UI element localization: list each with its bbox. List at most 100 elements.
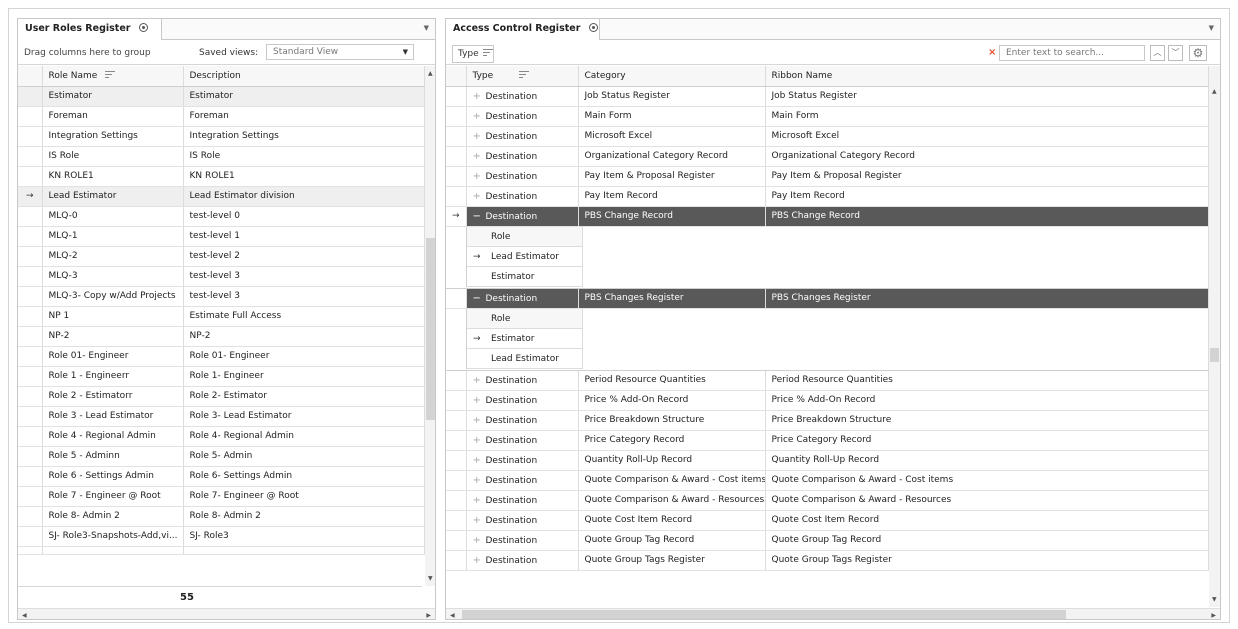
ribbon-name-cell[interactable]: Pay Item Record bbox=[765, 186, 1209, 207]
ribbon-name-cell[interactable]: Organizational Category Record bbox=[765, 146, 1209, 167]
right-horizontal-scrollbar[interactable]: ◀ ▶ bbox=[446, 608, 1220, 619]
h-scroll-thumb[interactable] bbox=[462, 610, 1066, 619]
table-row[interactable]: + Destination Price Category Record Price C… bbox=[446, 430, 1209, 451]
expand-icon[interactable]: + bbox=[473, 111, 481, 122]
description-cell[interactable]: KN ROLE1 bbox=[183, 166, 425, 187]
type-cell[interactable]: + Destination bbox=[466, 86, 579, 107]
description-cell[interactable]: test-level 3 bbox=[183, 286, 425, 307]
table-row[interactable]: + Destination Quote Cost Item Record Quote … bbox=[446, 510, 1209, 531]
category-cell[interactable]: Quote Comparison & Award - Cost items bbox=[578, 470, 766, 491]
table-row[interactable]: Role 8- Admin 2 Role 8- Admin 2 bbox=[18, 506, 425, 527]
table-row[interactable]: Role 1 - Engineerr Role 1- Engineer bbox=[18, 366, 425, 387]
table-row[interactable]: + Destination Quote Group Tags Register Quo… bbox=[446, 550, 1209, 571]
close-icon[interactable] bbox=[589, 23, 599, 32]
type-cell[interactable]: + Destination bbox=[466, 490, 579, 511]
description-cell[interactable]: test-level 1 bbox=[183, 226, 425, 247]
left-horizontal-scrollbar[interactable]: ◀ ▶ bbox=[18, 608, 435, 619]
table-row[interactable]: Role 3 - Lead Estimator Role 3- Lead Esti… bbox=[18, 406, 425, 427]
search-input[interactable]: Enter text to search... bbox=[999, 45, 1145, 61]
collapse-icon[interactable]: − bbox=[473, 293, 481, 304]
category-cell[interactable]: Pay Item & Proposal Register bbox=[578, 166, 766, 187]
ribbon-name-cell[interactable]: PBS Change Record bbox=[765, 206, 1209, 227]
type-cell[interactable]: + Destination bbox=[466, 126, 579, 147]
table-row[interactable]: + Destination Pay Item Record Pay Item Reco… bbox=[446, 186, 1209, 207]
ribbon-name-cell[interactable]: Job Status Register bbox=[765, 86, 1209, 107]
scroll-down-icon[interactable]: ▼ bbox=[1212, 596, 1217, 603]
expand-icon[interactable]: + bbox=[473, 435, 481, 446]
description-cell[interactable]: Estimate Full Access bbox=[183, 306, 425, 327]
table-row[interactable]: + Destination Microsoft Excel Microsoft Exc… bbox=[446, 126, 1209, 147]
description-cell[interactable]: test-level 2 bbox=[183, 246, 425, 267]
role-name-cell[interactable]: Foreman bbox=[42, 106, 184, 127]
category-cell[interactable]: Price % Add-On Record bbox=[578, 390, 766, 411]
pane-menu-chevron-down-icon[interactable]: ▼ bbox=[1209, 24, 1214, 32]
column-header-role-name[interactable]: Role Name bbox=[42, 66, 184, 87]
find-next-button[interactable]: ﹀ bbox=[1168, 45, 1183, 61]
description-cell[interactable]: Lead Estimator division bbox=[183, 186, 425, 207]
clear-search-icon[interactable]: × bbox=[988, 47, 996, 58]
role-name-cell[interactable]: MLQ-2 bbox=[42, 246, 184, 267]
role-name-cell[interactable]: SJ- Role3-Snapshots-Add,vi... bbox=[42, 526, 184, 547]
expand-icon[interactable]: + bbox=[473, 151, 481, 162]
table-row[interactable]: NP-2 NP-2 bbox=[18, 326, 425, 347]
table-row[interactable]: Integration Settings Integration Settings bbox=[18, 126, 425, 147]
type-cell[interactable]: + Destination bbox=[466, 470, 579, 491]
description-cell[interactable]: Role 6- Settings Admin bbox=[183, 466, 425, 487]
detail-row-item[interactable]: Lead Estimator bbox=[467, 348, 583, 369]
table-row[interactable]: + Destination Quantity Roll-Up Record Quant… bbox=[446, 450, 1209, 471]
ribbon-name-cell[interactable]: Price % Add-On Record bbox=[765, 390, 1209, 411]
scroll-right-icon[interactable]: ▶ bbox=[426, 612, 431, 619]
ribbon-name-cell[interactable]: Quote Cost Item Record bbox=[765, 510, 1209, 531]
table-row[interactable]: Role 4 - Regional Admin Role 4- Regional … bbox=[18, 426, 425, 447]
ribbon-name-cell[interactable]: Period Resource Quantities bbox=[765, 370, 1209, 391]
description-cell[interactable]: test-level 3 bbox=[183, 266, 425, 287]
role-name-cell[interactable]: Lead Estimator bbox=[42, 186, 184, 207]
type-cell[interactable]: + Destination bbox=[466, 370, 579, 391]
table-row[interactable]: IS Role IS Role bbox=[18, 146, 425, 167]
type-cell[interactable]: + Destination bbox=[466, 510, 579, 531]
role-name-cell[interactable]: Role 01- Engineer bbox=[42, 346, 184, 367]
scroll-thumb[interactable] bbox=[426, 238, 435, 420]
role-name-cell[interactable]: MLQ-3- Copy w/Add Projects bbox=[42, 286, 184, 307]
table-row[interactable]: Role 6 - Settings Admin Role 6- Settings … bbox=[18, 466, 425, 487]
column-header-description[interactable]: Description bbox=[183, 66, 425, 87]
type-cell[interactable]: + Destination bbox=[466, 410, 579, 431]
role-name-cell[interactable]: MLQ-1 bbox=[42, 226, 184, 247]
category-cell[interactable]: PBS Changes Register bbox=[578, 288, 766, 309]
scroll-left-icon[interactable]: ◀ bbox=[22, 612, 27, 619]
table-row[interactable]: − Destination PBS Changes Register PBS Chan… bbox=[446, 288, 1209, 309]
ribbon-name-cell[interactable]: Quantity Roll-Up Record bbox=[765, 450, 1209, 471]
role-name-cell[interactable]: KN ROLE1 bbox=[42, 166, 184, 187]
description-cell[interactable]: Role 7- Engineer @ Root bbox=[183, 486, 425, 507]
group-panel[interactable]: Drag columns here to group Saved views: … bbox=[18, 41, 435, 65]
tab-user-roles-register[interactable]: User Roles Register bbox=[18, 19, 162, 40]
expand-icon[interactable]: + bbox=[473, 455, 481, 466]
description-cell[interactable]: SJ- Role3 bbox=[183, 526, 425, 547]
type-cell[interactable]: + Destination bbox=[466, 430, 579, 451]
description-cell[interactable]: Role 8- Admin 2 bbox=[183, 506, 425, 527]
role-name-cell[interactable]: NP-2 bbox=[42, 326, 184, 347]
ribbon-name-cell[interactable]: Price Category Record bbox=[765, 430, 1209, 451]
table-row[interactable]: Role 2 - Estimatorr Role 2- Estimator bbox=[18, 386, 425, 407]
scroll-up-icon[interactable]: ▲ bbox=[1212, 88, 1217, 95]
category-cell[interactable]: Main Form bbox=[578, 106, 766, 127]
category-cell[interactable]: Organizational Category Record bbox=[578, 146, 766, 167]
ribbon-name-cell[interactable]: Quote Group Tag Record bbox=[765, 530, 1209, 551]
type-cell[interactable]: + Destination bbox=[466, 450, 579, 471]
category-cell[interactable]: Pay Item Record bbox=[578, 186, 766, 207]
scroll-thumb[interactable] bbox=[1210, 348, 1219, 362]
category-cell[interactable]: Quote Group Tags Register bbox=[578, 550, 766, 571]
description-cell[interactable]: Role 2- Estimator bbox=[183, 386, 425, 407]
table-row[interactable]: + Destination Main Form Main Form bbox=[446, 106, 1209, 127]
expand-icon[interactable]: + bbox=[473, 475, 481, 486]
role-name-cell[interactable]: Role 2 - Estimatorr bbox=[42, 386, 184, 407]
type-cell[interactable]: − Destination bbox=[466, 288, 579, 309]
type-cell[interactable]: + Destination bbox=[466, 166, 579, 187]
ribbon-name-cell[interactable]: Price Breakdown Structure bbox=[765, 410, 1209, 431]
ribbon-name-cell[interactable]: Pay Item & Proposal Register bbox=[765, 166, 1209, 187]
ribbon-name-cell[interactable]: Quote Comparison & Award - Cost items bbox=[765, 470, 1209, 491]
description-cell[interactable]: Role 4- Regional Admin bbox=[183, 426, 425, 447]
type-cell[interactable]: − Destination bbox=[466, 206, 579, 227]
ribbon-name-cell[interactable]: Quote Group Tags Register bbox=[765, 550, 1209, 571]
table-row[interactable]: MLQ-3 test-level 3 bbox=[18, 266, 425, 287]
